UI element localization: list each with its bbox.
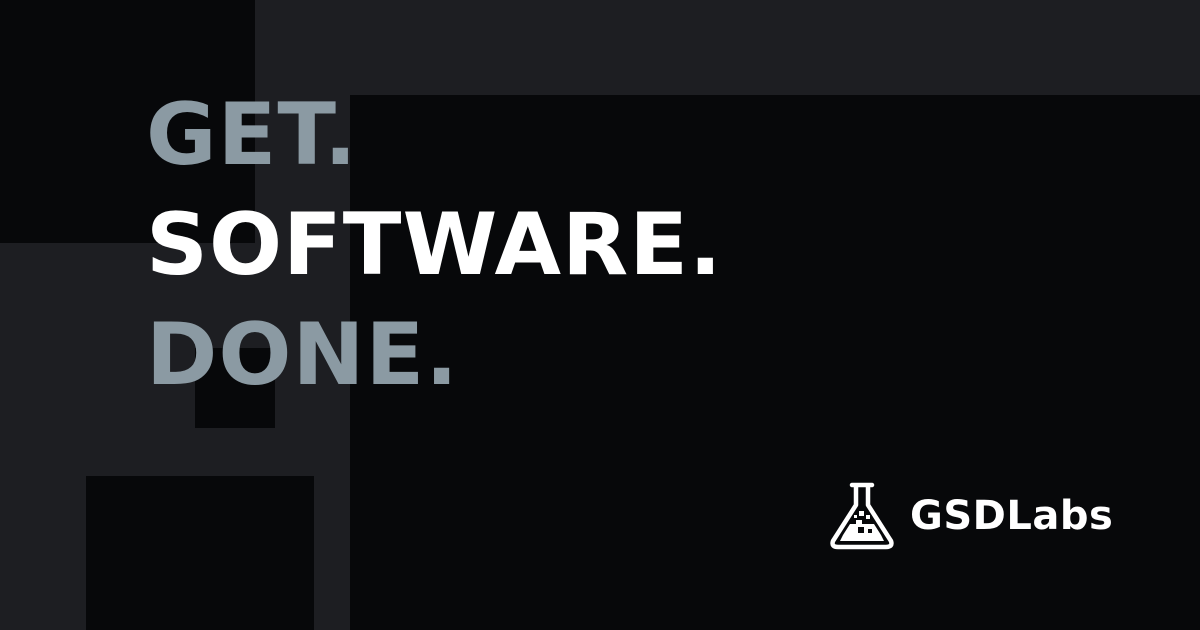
social-banner: GET. SOFTWARE. DONE. GSDLabs — [0, 0, 1200, 630]
flask-icon — [830, 482, 894, 550]
headline-line-get: GET. — [146, 85, 358, 185]
brand-name: GSDLabs — [910, 493, 1114, 539]
headline-line-software: SOFTWARE. — [146, 195, 723, 295]
background-bottom-square — [86, 476, 314, 630]
headline: GET. SOFTWARE. DONE. — [146, 80, 723, 410]
brand-logo: GSDLabs — [828, 480, 1113, 552]
headline-line-done: DONE. — [146, 305, 459, 405]
